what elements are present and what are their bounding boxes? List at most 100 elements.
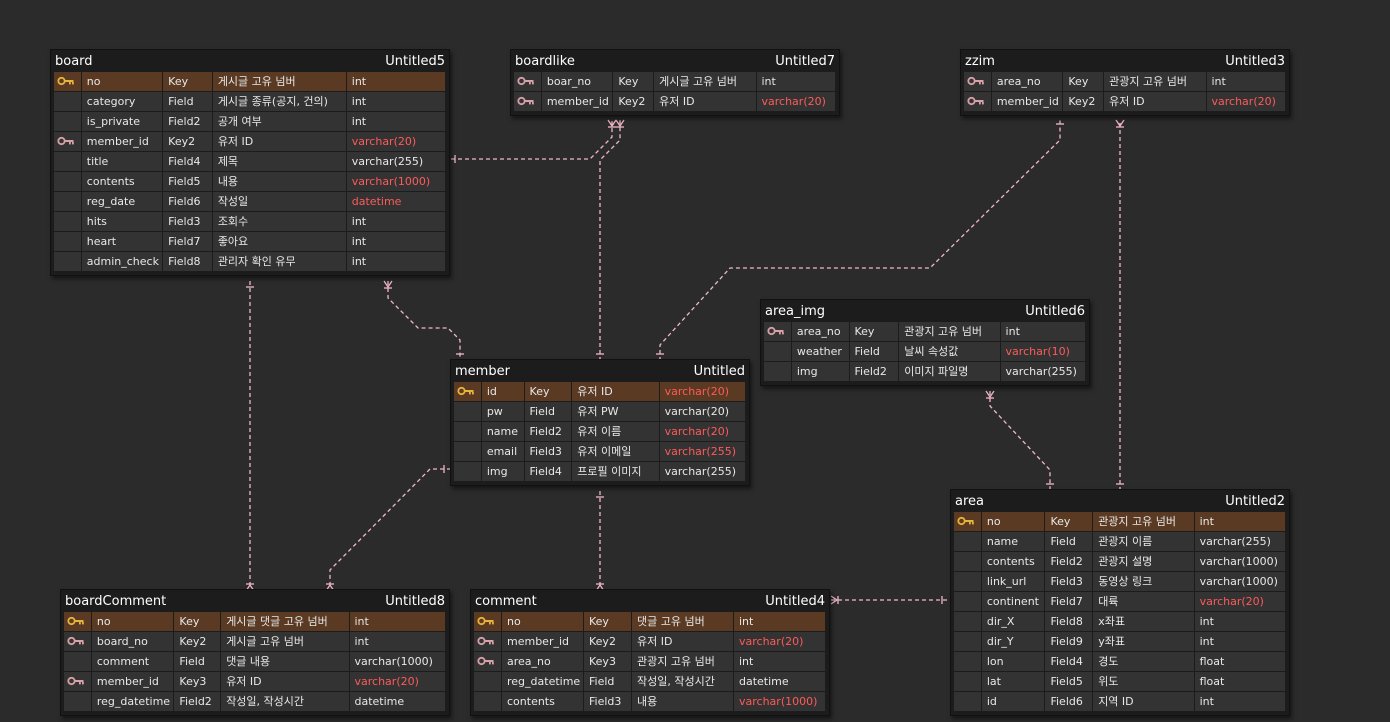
field-type: varchar(20)	[734, 632, 826, 652]
table-row[interactable]: is_private Field2 공개 여부 int	[54, 112, 446, 132]
field-name: hits	[81, 212, 164, 232]
field-comment: 관광지 고유 넘버	[899, 322, 1001, 342]
table-row[interactable]: continent Field7 대륙 varchar(20)	[954, 592, 1286, 612]
foreign-key-icon	[964, 92, 992, 112]
foreign-key-icon	[764, 322, 792, 342]
table-row[interactable]: contents Field2 관광지 설명 varchar(1000)	[954, 552, 1286, 572]
table-member[interactable]: member Untitled id Key 유저 ID varchar(20) pw F…	[450, 359, 750, 486]
table-row[interactable]: img Field4 프로필 이미지 varchar(255)	[454, 462, 746, 482]
table-row[interactable]: no Key 댓글 고유 넘버 int	[474, 612, 826, 632]
field-comment: 유저 이메일	[572, 442, 660, 462]
table-row[interactable]: member_id Key3 유저 ID varchar(20)	[64, 672, 446, 692]
table-name: zzim	[965, 53, 995, 69]
table-row[interactable]: dir_X Field8 x좌표 int	[954, 612, 1286, 632]
table-row[interactable]: comment Field 댓글 내용 varchar(1000)	[64, 652, 446, 672]
table-row[interactable]: contents Field5 내용 varchar(1000)	[54, 172, 446, 192]
field-type: varchar(255)	[346, 152, 446, 172]
field-name: member_id	[541, 92, 614, 112]
field-name: reg_datetime	[502, 672, 584, 692]
field-type: varchar(1000)	[349, 652, 446, 672]
table-row[interactable]: member_id Key2 유저 ID varchar(20)	[964, 92, 1286, 112]
table-row[interactable]: img Field2 이미지 파일명 varchar(255)	[764, 362, 1086, 382]
key-cell-empty	[764, 362, 792, 382]
key-cell-empty	[954, 532, 982, 552]
field-comment: 게시글 종류(공지, 건의)	[212, 92, 347, 112]
table-row[interactable]: no Key 게시글 댓글 고유 넘버 int	[64, 612, 446, 632]
table-header[interactable]: comment Untitled4	[474, 590, 826, 612]
table-row[interactable]: board_no Key2 게시글 고유 넘버 int	[64, 632, 446, 652]
table-header[interactable]: zzim Untitled3	[964, 50, 1286, 72]
table-row[interactable]: weather Field 날씨 속성값 varchar(10)	[764, 342, 1086, 362]
table-row[interactable]: email Field3 유저 이메일 varchar(255)	[454, 442, 746, 462]
table-header[interactable]: area_img Untitled6	[764, 300, 1086, 322]
field-kind: Key2	[613, 92, 655, 112]
field-name: dir_X	[981, 612, 1046, 632]
field-kind: Key	[1063, 72, 1105, 92]
field-type: int	[349, 612, 446, 632]
table-row[interactable]: category Field 게시글 종류(공지, 건의) int	[54, 92, 446, 112]
key-cell-empty	[54, 192, 82, 212]
table-row[interactable]: no Key 게시글 고유 넘버 int	[54, 72, 446, 92]
key-cell-empty	[64, 652, 92, 672]
key-cell-empty	[954, 572, 982, 592]
table-database: Untitled6	[1025, 303, 1085, 319]
table-row[interactable]: name Field2 유저 이름 varchar(20)	[454, 422, 746, 442]
field-name: comment	[91, 652, 175, 672]
table-header[interactable]: board Untitled5	[54, 50, 446, 72]
table-comment[interactable]: comment Untitled4 no Key 댓글 고유 넘버 int member…	[470, 589, 830, 716]
table-row[interactable]: reg_datetime Field 작성일, 작성시간 datetime	[474, 672, 826, 692]
table-row[interactable]: area_no Key 관광지 고유 넘버 int	[764, 322, 1086, 342]
table-row[interactable]: name Field 관광지 이름 varchar(255)	[954, 532, 1286, 552]
table-row[interactable]: hits Field3 조회수 int	[54, 212, 446, 232]
foreign-key-icon	[474, 652, 502, 672]
table-row[interactable]: id Field6 지역 ID int	[954, 692, 1286, 712]
key-cell-empty	[474, 672, 502, 692]
table-row[interactable]: admin_check Field8 관리자 확인 유무 int	[54, 252, 446, 272]
key-cell-empty	[454, 462, 482, 482]
table-row[interactable]: area_no Key3 관광지 고유 넘버 int	[474, 652, 826, 672]
table-row[interactable]: pw Field 유저 PW varchar(20)	[454, 402, 746, 422]
table-row[interactable]: link_url Field3 동영상 링크 varchar(1000)	[954, 572, 1286, 592]
table-row[interactable]: reg_date Field6 작성일 datetime	[54, 192, 446, 212]
table-header[interactable]: boardComment Untitled8	[64, 590, 446, 612]
table-row[interactable]: area_no Key 관광지 고유 넘버 int	[964, 72, 1286, 92]
field-type: varchar(10)	[1000, 342, 1086, 362]
relation-area-area_img	[989, 391, 1051, 491]
table-row[interactable]: member_id Key2 유저 ID varchar(20)	[514, 92, 836, 112]
key-cell-empty	[54, 252, 82, 272]
table-row[interactable]: contents Field3 내용 varchar(1000)	[474, 692, 826, 712]
table-row[interactable]: title Field4 제목 varchar(255)	[54, 152, 446, 172]
table-area[interactable]: area Untitled2 no Key 관광지 고유 넘버 int name Fiel…	[950, 489, 1290, 716]
table-row[interactable]: member_id Key2 유저 ID varchar(20)	[54, 132, 446, 152]
table-boardlike[interactable]: boardlike Untitled7 boar_no Key 게시글 고유 넘버 i…	[510, 49, 840, 116]
table-header[interactable]: boardlike Untitled7	[514, 50, 836, 72]
table-row[interactable]: reg_datetime Field2 작성일, 작성시간 datetime	[64, 692, 446, 712]
table-zzim[interactable]: zzim Untitled3 area_no Key 관광지 고유 넘버 int mem…	[960, 49, 1290, 116]
table-row[interactable]: id Key 유저 ID varchar(20)	[454, 382, 746, 402]
field-name: email	[481, 442, 525, 462]
table-row[interactable]: boar_no Key 게시글 고유 넘버 int	[514, 72, 836, 92]
field-type: varchar(20)	[659, 422, 746, 442]
table-row[interactable]: dir_Y Field9 y좌표 int	[954, 632, 1286, 652]
field-kind: Field4	[524, 462, 573, 482]
table-row[interactable]: lon Field4 경도 float	[954, 652, 1286, 672]
table-row[interactable]: member_id Key2 유저 ID varchar(20)	[474, 632, 826, 652]
table-row[interactable]: lat Field5 위도 float	[954, 672, 1286, 692]
table-row[interactable]: no Key 관광지 고유 넘버 int	[954, 512, 1286, 532]
field-kind: Key	[613, 72, 655, 92]
table-row[interactable]: heart Field7 좋아요 int	[54, 232, 446, 252]
field-type: int	[1194, 512, 1286, 532]
table-area_img[interactable]: area_img Untitled6 area_no Key 관광지 고유 넘버 in…	[760, 299, 1090, 386]
field-name: pw	[481, 402, 525, 422]
table-header[interactable]: member Untitled	[454, 360, 746, 382]
field-type: int	[346, 232, 446, 252]
field-type: int	[1000, 322, 1086, 342]
table-board[interactable]: board Untitled5 no Key 게시글 고유 넘버 int categor…	[50, 49, 450, 276]
table-header[interactable]: area Untitled2	[954, 490, 1286, 512]
field-comment: 관광지 고유 넘버	[1104, 72, 1207, 92]
field-type: varchar(255)	[659, 442, 746, 462]
field-kind: Field7	[163, 232, 213, 252]
table-boardComment[interactable]: boardComment Untitled8 no Key 게시글 댓글 고유 넘버…	[60, 589, 450, 716]
key-cell-empty	[954, 612, 982, 632]
field-kind: Field8	[163, 252, 213, 272]
